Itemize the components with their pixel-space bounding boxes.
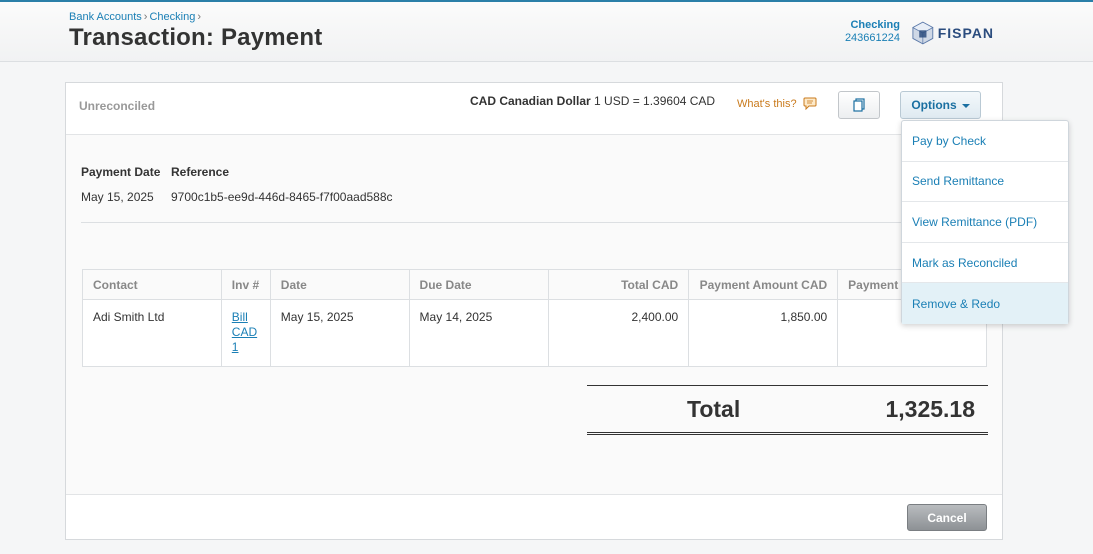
total-label: Total	[687, 396, 741, 422]
whats-this-link[interactable]: What's this?	[737, 97, 817, 110]
section-divider	[81, 222, 988, 223]
payment-date-value: May 15, 2025	[81, 190, 154, 204]
options-dropdown-menu: Pay by Check Send Remittance View Remitt…	[901, 120, 1069, 324]
exchange-rate: 1 USD = 1.39604 CAD	[594, 94, 716, 108]
col-header-contact: Contact	[82, 269, 222, 300]
panel-footer: Cancel	[66, 494, 1002, 539]
breadcrumb-separator: ›	[143, 11, 148, 23]
col-header-inv: Inv #	[220, 269, 271, 300]
panel-header: Unreconciled CAD Canadian Dollar 1 USD =…	[66, 83, 1002, 135]
breadcrumb: Bank Accounts › Checking ›	[69, 11, 203, 23]
speech-bubble-icon	[803, 97, 817, 110]
account-name[interactable]: Checking	[845, 19, 900, 32]
payment-date-label: Payment Date	[81, 165, 161, 179]
reconcile-status: Unreconciled	[79, 99, 156, 113]
cancel-button[interactable]: Cancel	[907, 504, 987, 531]
currency-info: CAD Canadian Dollar 1 USD = 1.39604 CAD	[470, 94, 715, 108]
total-summary: Total 1,325.18	[587, 385, 988, 435]
table-row: Adi Smith Ltd Bill CAD 1 May 15, 2025 Ma…	[82, 299, 987, 367]
brand-name: FISPAN	[937, 25, 994, 41]
table-header-row: Contact Inv # Date Due Date Total CAD Pa…	[82, 269, 987, 300]
reference-label: Reference	[171, 165, 230, 179]
reference-value: 9700c1b5-ee9d-446d-8465-f7f00aad588c	[171, 190, 393, 204]
options-label: Options	[911, 98, 957, 112]
invoice-link[interactable]: Bill CAD 1	[232, 310, 260, 355]
col-header-payment-amount: Payment Amount CAD	[688, 269, 839, 300]
account-info[interactable]: Checking 243661224	[845, 19, 900, 45]
caret-down-icon	[961, 104, 970, 108]
menu-item-view-remittance-pdf[interactable]: View Remittance (PDF)	[902, 202, 1068, 243]
col-header-total: Total CAD	[548, 269, 690, 300]
menu-item-mark-reconciled[interactable]: Mark as Reconciled	[902, 243, 1068, 284]
menu-item-send-remittance[interactable]: Send Remittance	[902, 162, 1068, 203]
cube-logo-icon	[912, 21, 934, 45]
brand-logo: FISPAN	[912, 18, 994, 48]
cell-due-date: May 14, 2025	[408, 299, 550, 367]
page-title: Transaction: Payment	[69, 24, 323, 51]
menu-item-remove-redo[interactable]: Remove & Redo	[902, 283, 1068, 324]
page-header: Bank Accounts › Checking › Transaction: Pay…	[0, 2, 1093, 62]
whats-this-label[interactable]: What's this?	[737, 98, 797, 110]
options-button[interactable]: Options	[900, 91, 981, 119]
menu-item-pay-by-check[interactable]: Pay by Check	[902, 121, 1068, 162]
cell-inv: Bill CAD 1	[220, 299, 271, 367]
payment-lines-table: Contact Inv # Date Due Date Total CAD Pa…	[82, 269, 987, 367]
cell-date: May 15, 2025	[269, 299, 410, 367]
currency-name: CAD Canadian Dollar	[470, 94, 591, 108]
copy-button[interactable]	[838, 91, 880, 119]
total-value: 1,325.18	[885, 396, 975, 422]
col-header-due-date: Due Date	[408, 269, 550, 300]
account-number: 243661224	[844, 32, 900, 44]
transaction-panel: Unreconciled CAD Canadian Dollar 1 USD =…	[65, 82, 1003, 540]
cell-payment-amount: 1,850.00	[688, 299, 839, 367]
breadcrumb-checking[interactable]: Checking	[149, 11, 195, 23]
copy-icon	[853, 98, 865, 112]
breadcrumb-bank-accounts[interactable]: Bank Accounts	[69, 11, 142, 23]
cell-total: 2,400.00	[548, 299, 690, 367]
col-header-date: Date	[269, 269, 410, 300]
cell-contact: Adi Smith Ltd	[82, 299, 222, 367]
breadcrumb-separator: ›	[197, 11, 201, 23]
